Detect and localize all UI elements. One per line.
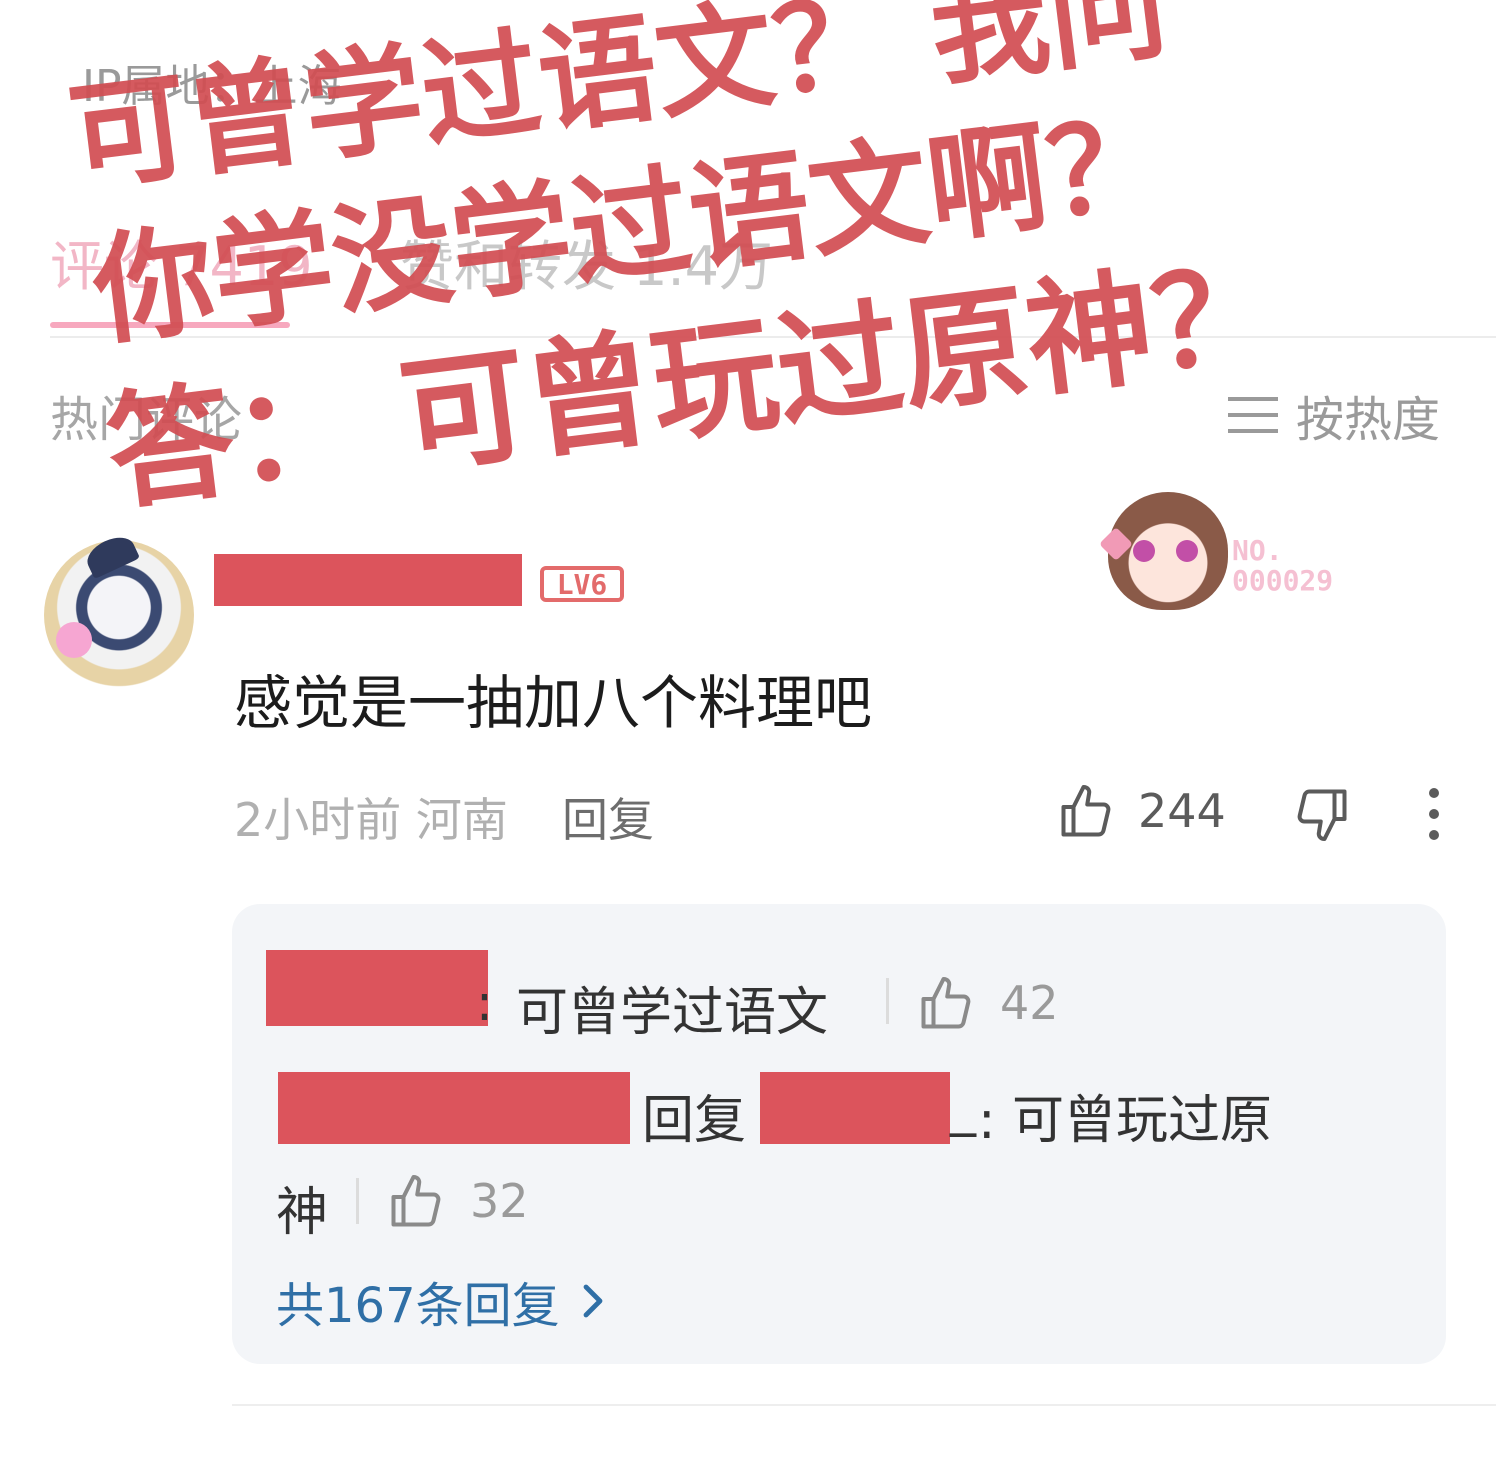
- view-all-replies-link[interactable]: 共167条回复: [276, 1266, 608, 1336]
- avatar-decoration: [56, 622, 92, 658]
- tabs-divider: [50, 336, 1496, 338]
- reply-underscore: _: [950, 1078, 976, 1138]
- more-icon[interactable]: [1424, 788, 1444, 840]
- like-icon[interactable]: [1056, 782, 1116, 842]
- sort-label: 按热度: [1296, 392, 1441, 448]
- fan-badge-eye: [1176, 540, 1198, 562]
- fan-badge-eye: [1133, 540, 1155, 562]
- comment-text: 感觉是一抽加八个料理吧: [234, 669, 873, 737]
- tab-likes-reposts[interactable]: 赞和转发 1.4万: [400, 222, 773, 301]
- like-icon[interactable]: [386, 1172, 446, 1232]
- reply-word: 回复: [642, 1091, 747, 1151]
- dislike-icon[interactable]: [1292, 784, 1352, 844]
- reply-text: 可曾学过语文: [516, 983, 829, 1043]
- active-tab-indicator: [50, 322, 290, 328]
- username-redacted[interactable]: [214, 554, 522, 606]
- sort-by-heat-button[interactable]: 按热度: [1228, 380, 1440, 450]
- reply-colon: :: [476, 974, 493, 1032]
- reply-like-count: 42: [1000, 976, 1059, 1030]
- reply-text-continued: 神: [276, 1183, 329, 1243]
- chevron-right-icon: [583, 1284, 603, 1318]
- reply-username-redacted[interactable]: [278, 1072, 630, 1144]
- reply-separator: [356, 1178, 359, 1224]
- reply-username-redacted[interactable]: [266, 950, 488, 1026]
- comment-meta: 2小时前 河南: [234, 793, 508, 847]
- hot-comments-label: 热门评论: [50, 392, 243, 448]
- fan-badge-number: NO. 000029: [1232, 534, 1334, 597]
- like-count: 244: [1138, 784, 1226, 838]
- reply-separator: [886, 978, 889, 1024]
- ip-location: IP属地：上海: [82, 61, 342, 112]
- tab-comments[interactable]: 评论 7419: [50, 222, 313, 301]
- reply-like-count: 32: [470, 1174, 529, 1228]
- fan-badge-image: [1108, 492, 1228, 610]
- reply-target-redacted[interactable]: [760, 1072, 950, 1144]
- comment-divider: [232, 1404, 1496, 1406]
- sort-icon: [1228, 395, 1278, 435]
- like-icon[interactable]: [916, 974, 976, 1034]
- reply-button[interactable]: 回复: [562, 784, 654, 850]
- total-replies-label: 共167条回复: [276, 1278, 560, 1334]
- level-badge: LV6: [540, 566, 624, 602]
- reply-text: : 可曾玩过原: [978, 1091, 1273, 1151]
